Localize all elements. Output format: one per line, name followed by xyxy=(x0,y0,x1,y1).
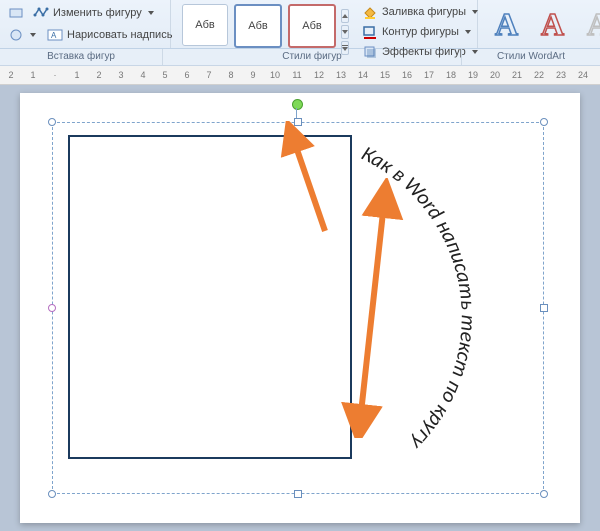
draw-textbox-label: Нарисовать надпись xyxy=(67,29,172,41)
quick-style-text: Абв xyxy=(248,20,267,32)
wordart-style-2[interactable]: A xyxy=(536,4,574,44)
draw-textbox-button[interactable]: A Нарисовать надпись xyxy=(42,25,177,45)
resize-handle-nw[interactable] xyxy=(48,118,56,126)
group-insert-shapes: Изменить фигуру A Нарисовать надпись xyxy=(0,0,171,48)
quick-style-text: Абв xyxy=(195,19,214,31)
svg-text:A: A xyxy=(541,6,564,42)
group-shape-styles: Абв Абв Абв Заливка фигуры xyxy=(171,0,478,48)
ribbon: Изменить фигуру A Нарисовать надпись Абв… xyxy=(0,0,600,49)
group-label-wordart-styles: Стили WordArt xyxy=(462,49,600,65)
resize-handle-sw[interactable] xyxy=(48,490,56,498)
quick-style-text: Абв xyxy=(302,20,321,32)
shape-fill-button[interactable]: Заливка фигуры xyxy=(357,2,483,22)
horizontal-ruler[interactable]: 21·1234567891011121314151617181920212223… xyxy=(0,66,600,85)
group-label-insert: Вставка фигур xyxy=(0,49,163,65)
rotation-handle[interactable] xyxy=(292,99,303,110)
shape-outline-button[interactable]: Контур фигуры xyxy=(357,22,483,42)
chevron-down-icon[interactable] xyxy=(30,33,36,37)
edit-shape-button[interactable]: Изменить фигуру xyxy=(28,3,159,23)
svg-text:A: A xyxy=(587,6,600,42)
wordart-style-1[interactable]: A xyxy=(490,4,528,44)
group-wordart-styles: A A A xyxy=(478,0,600,48)
quick-style-2[interactable]: Абв xyxy=(234,4,282,48)
group-label-shape-styles: Стили фигур xyxy=(163,49,462,65)
annotation-arrow-double xyxy=(330,178,430,438)
quick-style-3[interactable]: Абв xyxy=(288,4,336,48)
wordart-style-3[interactable]: A xyxy=(582,4,600,44)
document-scroll-area[interactable]: Как в Word написать текст по кругу xyxy=(0,85,600,531)
resize-handle-ne[interactable] xyxy=(540,118,548,126)
resize-handle-se[interactable] xyxy=(540,490,548,498)
svg-text:A: A xyxy=(495,6,518,42)
pen-outline-icon xyxy=(362,24,378,40)
shape-shortcut-icon-2[interactable] xyxy=(8,27,24,43)
resize-handle-s[interactable] xyxy=(294,490,302,498)
edit-shape-label: Изменить фигуру xyxy=(53,7,142,19)
ruler-track: 21·1234567891011121314151617181920212223… xyxy=(0,70,600,82)
shape-fill-label: Заливка фигуры xyxy=(382,6,466,18)
chevron-down-icon xyxy=(148,11,154,15)
edit-shape-icon xyxy=(33,5,49,21)
chevron-down-icon xyxy=(465,30,471,34)
adjustment-handle[interactable] xyxy=(48,304,56,312)
page[interactable]: Как в Word написать текст по кругу xyxy=(20,93,580,523)
quick-style-1[interactable]: Абв xyxy=(182,4,228,46)
ribbon-group-labels: Вставка фигур Стили фигур Стили WordArt xyxy=(0,49,600,66)
textbox-icon: A xyxy=(47,27,63,43)
shape-outline-label: Контур фигуры xyxy=(382,26,459,38)
paint-bucket-icon xyxy=(362,4,378,20)
shape-shortcut-icon-1[interactable] xyxy=(8,5,24,21)
svg-text:A: A xyxy=(51,31,57,40)
